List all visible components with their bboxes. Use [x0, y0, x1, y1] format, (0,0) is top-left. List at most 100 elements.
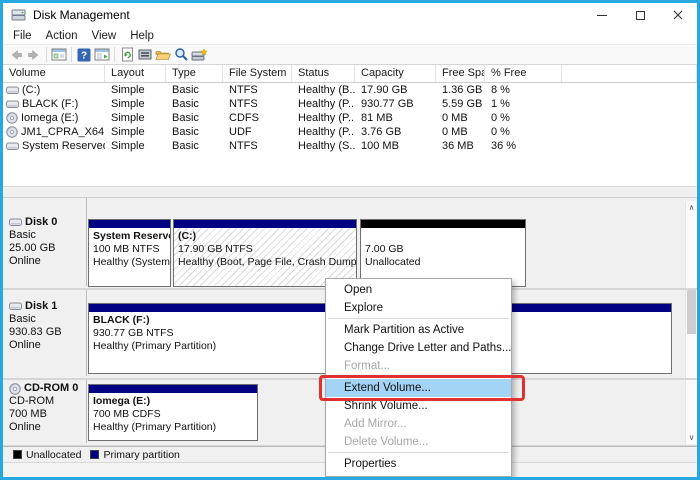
disk-management-app-icon: [11, 8, 27, 22]
disk-label-disk-1[interactable]: Disk 1Basic930.83 GBOnline: [3, 290, 87, 376]
disk-label-line: Online: [9, 255, 86, 268]
partition-type-strip: [174, 220, 356, 228]
table-row[interactable]: Iomega (E:)SimpleBasicCDFSHealthy (P...8…: [3, 111, 697, 125]
minimize-icon: [597, 15, 607, 16]
table-cell: 1 %: [485, 98, 562, 110]
partition-info: Iomega (E:)700 MB CDFSHealthy (Primary P…: [89, 393, 257, 440]
back-button[interactable]: [7, 46, 25, 64]
disk-label-line: 930.83 GB: [9, 326, 86, 339]
table-cell: 100 MB: [355, 140, 436, 152]
toolbar: ?: [3, 44, 697, 65]
menubar-item-view[interactable]: View: [85, 29, 124, 43]
table-cell: NTFS: [223, 84, 292, 96]
context-menu-item-change-drive-letter-and-paths[interactable]: Change Drive Letter and Paths...: [326, 339, 511, 357]
disk-row-disk-0: Disk 0Basic25.00 GBOnlineSystem Reserve1…: [0, 198, 700, 290]
cd-icon: [6, 112, 18, 124]
partition-system-reserve[interactable]: System Reserve100 MB NTFSHealthy (System…: [88, 219, 171, 287]
disk-properties-button[interactable]: [190, 46, 208, 64]
table-cell: Simple: [105, 98, 166, 110]
refresh-icon: [120, 47, 135, 62]
column-header-volume[interactable]: Volume: [3, 65, 105, 82]
menubar-item-file[interactable]: File: [6, 29, 39, 43]
column-header-layout[interactable]: Layout: [105, 65, 166, 82]
column-header-type[interactable]: Type: [166, 65, 223, 82]
disk-name: Disk 0: [9, 216, 86, 229]
context-menu-item-open[interactable]: Open: [326, 281, 511, 299]
partition-size-line: 700 MB CDFS: [93, 408, 253, 421]
column-header-filler[interactable]: [562, 65, 697, 82]
close-button[interactable]: [659, 3, 697, 27]
menubar-item-help[interactable]: Help: [123, 29, 161, 43]
table-cell: UDF: [223, 126, 292, 138]
help-button[interactable]: ?: [75, 46, 93, 64]
show-console-tree-icon: [51, 48, 67, 61]
table-row[interactable]: JM1_CPRA_X64FR...SimpleBasicUDFHealthy (…: [3, 125, 697, 139]
context-menu-item-explore[interactable]: Explore: [326, 299, 511, 317]
partition-title: Iomega (E:): [93, 395, 253, 408]
table-cell: Simple: [105, 126, 166, 138]
open-folder-button[interactable]: [154, 46, 172, 64]
column-header-free[interactable]: % Free: [485, 65, 562, 82]
forward-button[interactable]: [25, 46, 43, 64]
disk-name-text: Disk 0: [25, 216, 57, 229]
console-window-button[interactable]: [93, 46, 111, 64]
partition-iomega-e[interactable]: Iomega (E:)700 MB CDFSHealthy (Primary P…: [88, 384, 258, 441]
partition-status-line: Healthy (System,: [93, 256, 166, 269]
menubar-item-action[interactable]: Action: [39, 29, 85, 43]
open-folder-icon: [155, 48, 171, 61]
partition-type-strip: [89, 385, 257, 393]
table-row[interactable]: (C:)SimpleBasicNTFSHealthy (B...17.90 GB…: [3, 83, 697, 97]
maximize-button[interactable]: [621, 3, 659, 27]
volume-name-cell: (C:): [3, 84, 105, 96]
volume-list-header: VolumeLayoutTypeFile SystemStatusCapacit…: [3, 65, 697, 83]
table-cell: 36 %: [485, 140, 562, 152]
rescan-disks-icon: [138, 48, 153, 61]
disk-management-window: Disk Management FileActionViewHelp: [0, 0, 700, 480]
partition-status-line: Healthy (Boot, Page File, Crash Dump, P: [178, 256, 352, 269]
pane-splitter[interactable]: [3, 186, 697, 197]
column-header-free-spa[interactable]: Free Spa...: [436, 65, 485, 82]
context-menu: OpenExplore Mark Partition as ActiveChang…: [325, 278, 512, 477]
disk-label-line: Online: [9, 339, 86, 352]
partition-status-line: Unallocated: [365, 256, 521, 269]
context-menu-item-extend-volume[interactable]: Extend Volume...: [326, 379, 511, 397]
context-menu-item-properties[interactable]: Properties: [326, 455, 511, 473]
partition-unallocated[interactable]: 7.00 GBUnallocated: [360, 219, 526, 287]
column-header-file-system[interactable]: File System: [223, 65, 292, 82]
menu-bar: FileActionViewHelp: [3, 27, 697, 44]
volume-name-cell: System Reserved: [3, 140, 105, 152]
help-icon: ?: [77, 48, 91, 62]
column-header-capacity[interactable]: Capacity: [355, 65, 436, 82]
cd-icon: [9, 383, 21, 395]
partition-title: System Reserve: [93, 230, 166, 243]
toolbar-separator: [46, 47, 47, 62]
partition-c[interactable]: (C:)17.90 GB NTFSHealthy (Boot, Page Fil…: [173, 219, 357, 287]
refresh-button[interactable]: [118, 46, 136, 64]
table-cell: 1.36 GB: [436, 84, 485, 96]
column-header-status[interactable]: Status: [292, 65, 355, 82]
minimize-button[interactable]: [583, 3, 621, 27]
context-menu-item-mark-partition-as-active[interactable]: Mark Partition as Active: [326, 321, 511, 339]
partition-status-line: Healthy (Primary Partition): [93, 421, 253, 434]
volume-name: JM1_CPRA_X64FR...: [21, 126, 105, 138]
drive-icon: [6, 86, 19, 95]
context-menu-item-shrink-volume[interactable]: Shrink Volume...: [326, 397, 511, 415]
find-button[interactable]: [172, 46, 190, 64]
rescan-disks-button[interactable]: [136, 46, 154, 64]
find-icon: [174, 47, 189, 62]
legend-label: Primary partition: [103, 449, 179, 461]
window-title: Disk Management: [33, 8, 130, 22]
legend-item-unallocated: Unallocated: [13, 449, 81, 461]
disk-label-cd-rom-0[interactable]: CD-ROM 0CD-ROM700 MBOnline: [3, 380, 87, 443]
table-row[interactable]: System ReservedSimpleBasicNTFSHealthy (S…: [3, 139, 697, 153]
table-cell: Healthy (P...: [292, 98, 355, 110]
maximize-icon: [636, 11, 645, 20]
back-icon: [9, 48, 23, 62]
table-cell: 0 %: [485, 126, 562, 138]
legend-label: Unallocated: [26, 449, 81, 461]
disk-label-disk-0[interactable]: Disk 0Basic25.00 GBOnline: [3, 198, 87, 286]
show-console-tree-button[interactable]: [50, 46, 68, 64]
disk-name-text: Disk 1: [25, 300, 57, 313]
table-cell: Simple: [105, 84, 166, 96]
table-row[interactable]: BLACK (F:)SimpleBasicNTFSHealthy (P...93…: [3, 97, 697, 111]
